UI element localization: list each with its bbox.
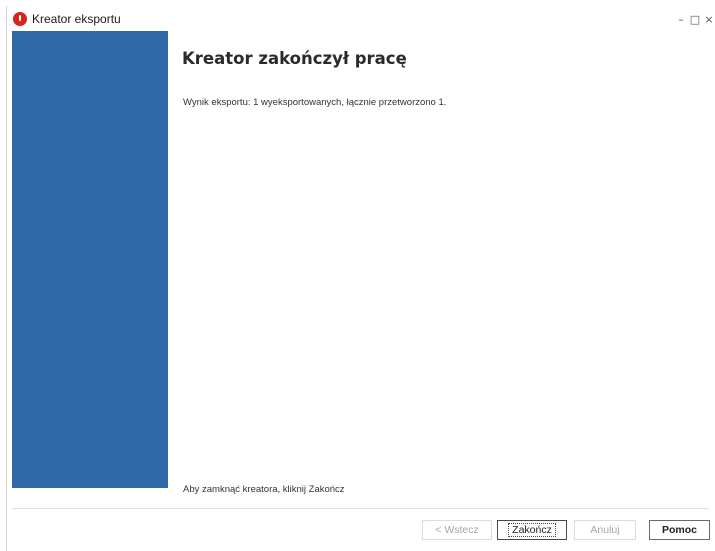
finish-button-label: Zakończ (508, 523, 556, 537)
finish-hint-text: Aby zamknąć kreatora, kliknij Zakończ (183, 484, 345, 495)
wizard-content: Kreator zakończył pracę Wynik eksportu: … (168, 31, 709, 495)
footer-divider (12, 508, 709, 509)
title-bar[interactable]: Kreator eksportu – □ × (7, 6, 715, 32)
window-controls: – □ × (674, 10, 715, 28)
close-icon[interactable]: × (702, 10, 715, 28)
wizard-sidebar-banner (12, 31, 168, 488)
app-icon (13, 12, 27, 26)
maximize-icon[interactable]: □ (688, 10, 702, 28)
finish-button[interactable]: Zakończ (497, 520, 567, 540)
cancel-button[interactable]: Anuluj (574, 520, 636, 540)
minimize-icon[interactable]: – (674, 10, 688, 28)
help-button[interactable]: Pomoc (649, 520, 710, 540)
page-title: Kreator zakończył pracę (182, 49, 407, 68)
window-title: Kreator eksportu (32, 12, 121, 26)
back-button[interactable]: < Wstecz (422, 520, 492, 540)
export-result-text: Wynik eksportu: 1 wyeksportowanych, łącz… (183, 97, 447, 108)
